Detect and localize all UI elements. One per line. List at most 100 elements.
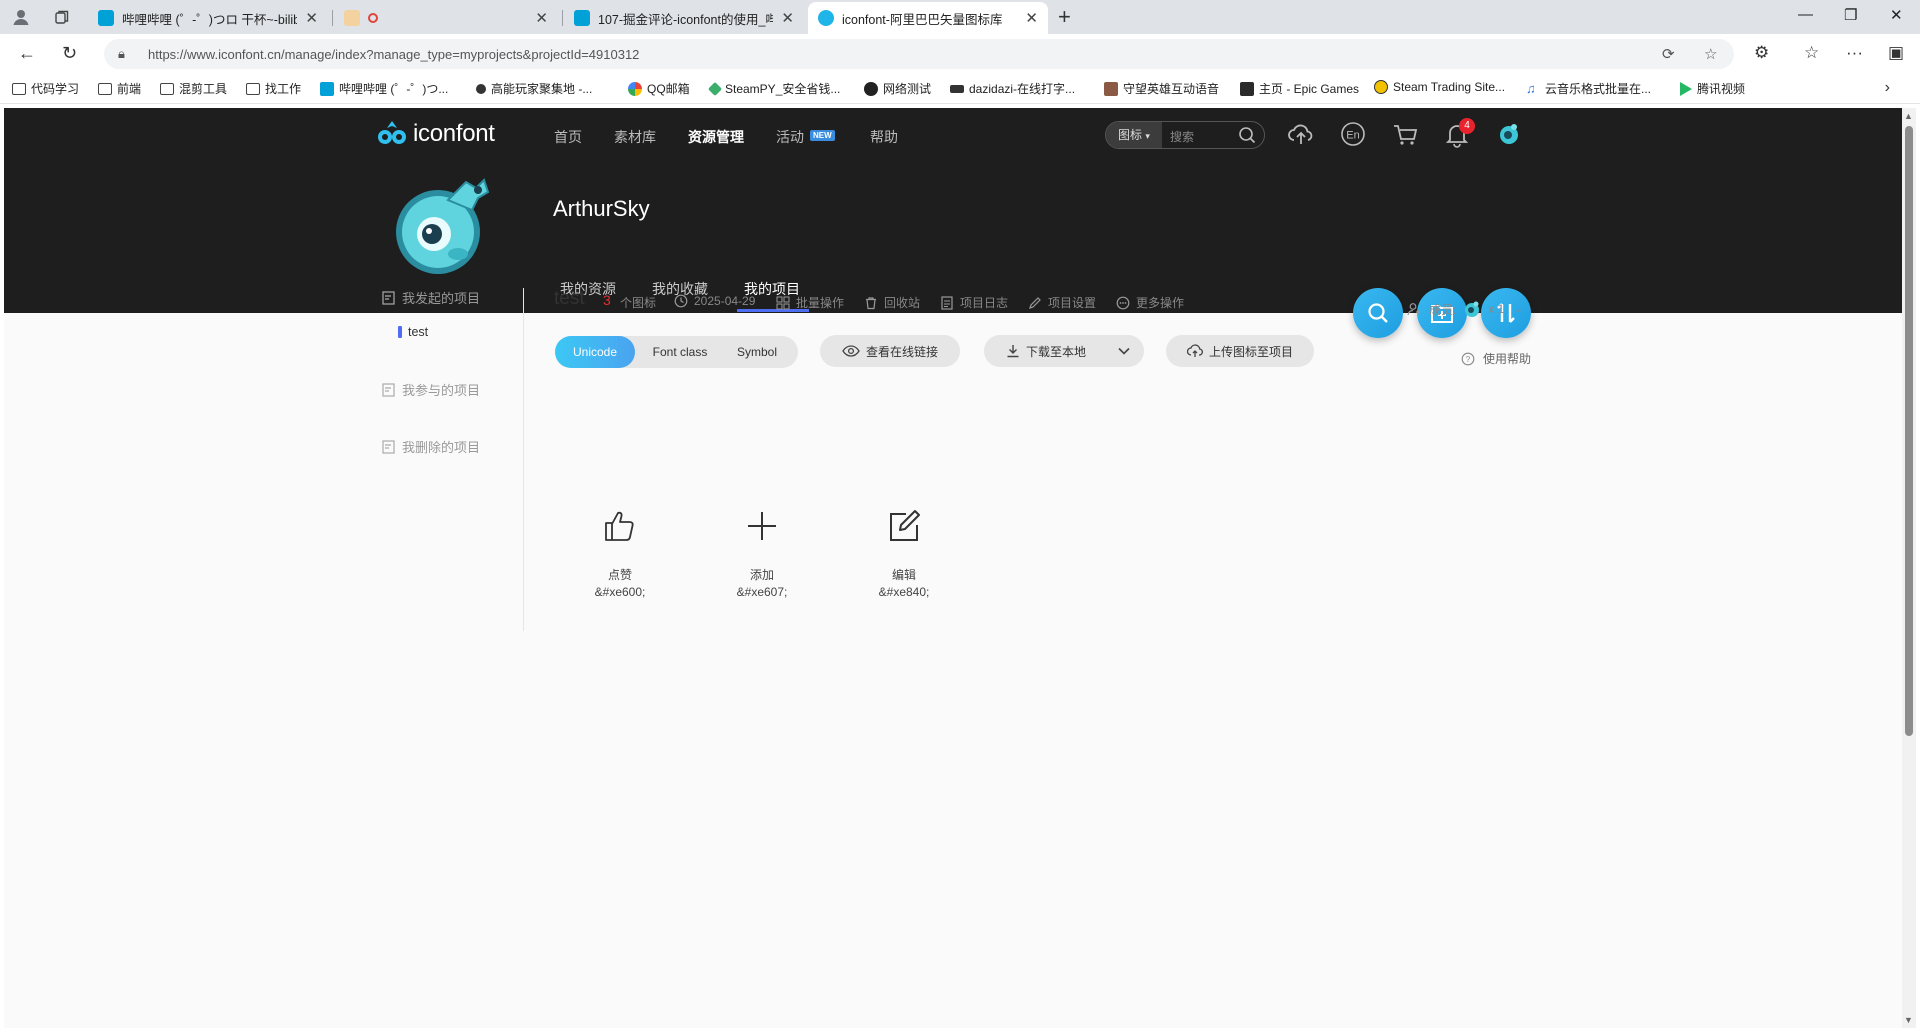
bookmark-item[interactable]: 主页 - Epic Games: [1240, 80, 1359, 97]
tab-blank[interactable]: ✕: [334, 2, 558, 34]
recycle-bin-button[interactable]: 回收站: [864, 294, 920, 311]
members-dropdown[interactable]: 成员: x 1 ⌄: [1407, 299, 1523, 319]
download-button[interactable]: 下载至本地: [984, 335, 1144, 367]
scroll-up-icon[interactable]: ▲: [1904, 111, 1913, 121]
view-online-link-label: 查看在线链接: [865, 344, 938, 359]
search-fab-button[interactable]: [1353, 288, 1403, 338]
batch-operation-button[interactable]: 批量操作: [776, 294, 844, 311]
bookmark-item[interactable]: ♫ 云音乐格式批量在...: [1526, 80, 1651, 97]
bookmark-item[interactable]: 高能玩家聚集地 -...: [476, 80, 592, 97]
bookmark-item[interactable]: 守望英雄互动语音: [1104, 80, 1219, 97]
cart-icon[interactable]: [1391, 120, 1419, 148]
close-icon[interactable]: ✕: [1025, 9, 1038, 27]
search-box[interactable]: 图标 ▾ 搜索: [1105, 121, 1265, 149]
tab-bilibili[interactable]: 哔哩哔哩 (゜-゜)つロ 干杯~-bilibili ✕: [88, 2, 328, 34]
bookmark-item[interactable]: 找工作: [246, 80, 301, 97]
search-input[interactable]: 搜索: [1170, 128, 1194, 145]
scroll-down-icon[interactable]: ▼: [1904, 1015, 1913, 1025]
sidebar-item-joined[interactable]: 我参与的项目: [382, 380, 480, 399]
back-icon[interactable]: ←: [18, 43, 36, 64]
bookmark-label: 主页 - Epic Games: [1259, 82, 1360, 96]
favorites-icon[interactable]: ☆: [1804, 43, 1819, 63]
translate-icon[interactable]: ⟳: [1662, 45, 1675, 63]
avatar[interactable]: [1495, 120, 1523, 148]
bookmark-item[interactable]: Steam Trading Site...: [1374, 80, 1505, 94]
close-icon[interactable]: ✕: [305, 9, 318, 27]
more-actions-label: 更多操作: [1136, 296, 1185, 310]
search-category-select[interactable]: 图标 ▾: [1106, 122, 1162, 148]
restore-icon[interactable]: ❐: [1844, 6, 1857, 24]
window-close-icon[interactable]: ✕: [1890, 6, 1903, 24]
bookmark-label: 代码学习: [31, 82, 80, 96]
qqmail-icon: [628, 81, 642, 96]
sidebar-project-test[interactable]: test: [398, 325, 428, 339]
project-date-text: 2025-04-29: [694, 294, 756, 308]
more-icon[interactable]: ···: [1846, 43, 1863, 63]
bookmark-label: 混剪工具: [179, 82, 228, 96]
download-label: 下载至本地: [1026, 344, 1087, 359]
upload-to-project-button[interactable]: 上传图标至项目: [1166, 335, 1314, 367]
view-online-link-button[interactable]: 查看在线链接: [820, 335, 960, 367]
bookmark-item[interactable]: 腾讯视频: [1680, 80, 1745, 97]
scrollbar-thumb[interactable]: [1905, 126, 1913, 736]
sidebar-icon[interactable]: ▣: [1888, 43, 1904, 63]
nav-activity[interactable]: 活动: [776, 127, 804, 147]
tencent-video-icon: [1680, 81, 1692, 96]
svg-text:?: ?: [1466, 355, 1471, 364]
bookmark-item[interactable]: dazidazi-在线打字...: [950, 80, 1075, 97]
address-bar-row: ← ↻ 🔒︎ https://www.iconfont.cn/manage/in…: [0, 34, 1920, 74]
nav-library[interactable]: 素材库: [614, 127, 656, 147]
favorite-star-icon[interactable]: ☆: [1704, 45, 1717, 63]
sidebar-item-initiated[interactable]: 我发起的项目: [382, 288, 480, 307]
project-settings-button[interactable]: 项目设置: [1028, 294, 1096, 311]
pencil-icon: [1029, 296, 1041, 309]
bookmark-item[interactable]: QQ邮箱: [628, 80, 690, 97]
plus-icon: [748, 512, 776, 540]
sidebar-item-deleted[interactable]: 我删除的项目: [382, 437, 480, 456]
nav-resource-management[interactable]: 资源管理: [688, 127, 744, 147]
music-icon: ♫: [1526, 80, 1536, 96]
reload-icon[interactable]: ↻: [62, 43, 77, 64]
usage-help-link[interactable]: ? 使用帮助: [1461, 350, 1531, 367]
bookmarks-bar: 代码学习 前端 混剪工具 找工作 哔哩哔哩 (゜-゜)つ... 高能玩家聚集地 …: [0, 74, 1920, 104]
bookmark-item[interactable]: 代码学习: [12, 80, 79, 97]
minimize-icon[interactable]: —: [1798, 6, 1813, 23]
dazidazi-icon: [950, 84, 964, 93]
bookmark-item[interactable]: 前端: [98, 80, 141, 97]
speedtest-icon: [864, 81, 878, 96]
bookmark-item[interactable]: 哔哩哔哩 (゜-゜)つ...: [320, 80, 448, 97]
new-tab-button[interactable]: +: [1058, 4, 1071, 30]
bookmark-item[interactable]: SteamPY_安全省钱...: [707, 80, 840, 97]
page-scrollbar[interactable]: ▲ ▼: [1902, 108, 1916, 1028]
nav-help[interactable]: 帮助: [870, 127, 898, 147]
browser-tab-bar: 哔哩哔哩 (゜-゜)つロ 干杯~-bilibili ✕ ✕ 107-掘金评论-i…: [0, 0, 1920, 34]
mode-symbol-button[interactable]: Symbol: [721, 336, 793, 368]
bookmark-label: 前端: [117, 82, 142, 96]
bilibili-icon: [98, 10, 114, 26]
close-icon[interactable]: ✕: [781, 9, 794, 27]
close-icon[interactable]: ✕: [535, 9, 548, 27]
upload-to-project-label: 上传图标至项目: [1208, 344, 1293, 359]
upload-cloud-icon[interactable]: [1287, 120, 1315, 148]
search-icon[interactable]: [1238, 126, 1256, 144]
bookmark-item[interactable]: 网络测试: [864, 80, 931, 97]
mode-unicode-button[interactable]: Unicode: [555, 336, 635, 368]
logo[interactable]: iconfont: [377, 120, 495, 148]
mode-fontclass-button[interactable]: Font class: [641, 336, 719, 368]
extensions-icon[interactable]: ⚙: [1754, 43, 1769, 63]
tab-juejin[interactable]: 107-掘金评论-iconfont的使用_哔哩 ✕: [564, 2, 804, 34]
url-input[interactable]: 🔒︎ https://www.iconfont.cn/manage/index?…: [104, 39, 1734, 69]
project-log-button[interactable]: 项目日志: [940, 294, 1008, 311]
tab-iconfont[interactable]: iconfont-阿里巴巴矢量图标库 ✕: [808, 2, 1048, 34]
nav-home[interactable]: 首页: [554, 127, 582, 147]
thumbs-up-icon: [605, 511, 634, 541]
tab-title: 哔哩哔哩 (゜-゜)つロ 干杯~-bilibili: [122, 12, 298, 27]
chevron-right-icon[interactable]: ›: [1885, 79, 1890, 97]
workspaces-icon[interactable]: [52, 7, 72, 27]
profile-icon[interactable]: [11, 7, 31, 27]
more-actions-button[interactable]: 更多操作: [1116, 294, 1184, 311]
language-en-icon[interactable]: En: [1339, 120, 1367, 148]
chevron-down-icon[interactable]: [1118, 347, 1130, 355]
project-title: test: [554, 288, 585, 309]
bookmark-item[interactable]: 混剪工具: [160, 80, 227, 97]
